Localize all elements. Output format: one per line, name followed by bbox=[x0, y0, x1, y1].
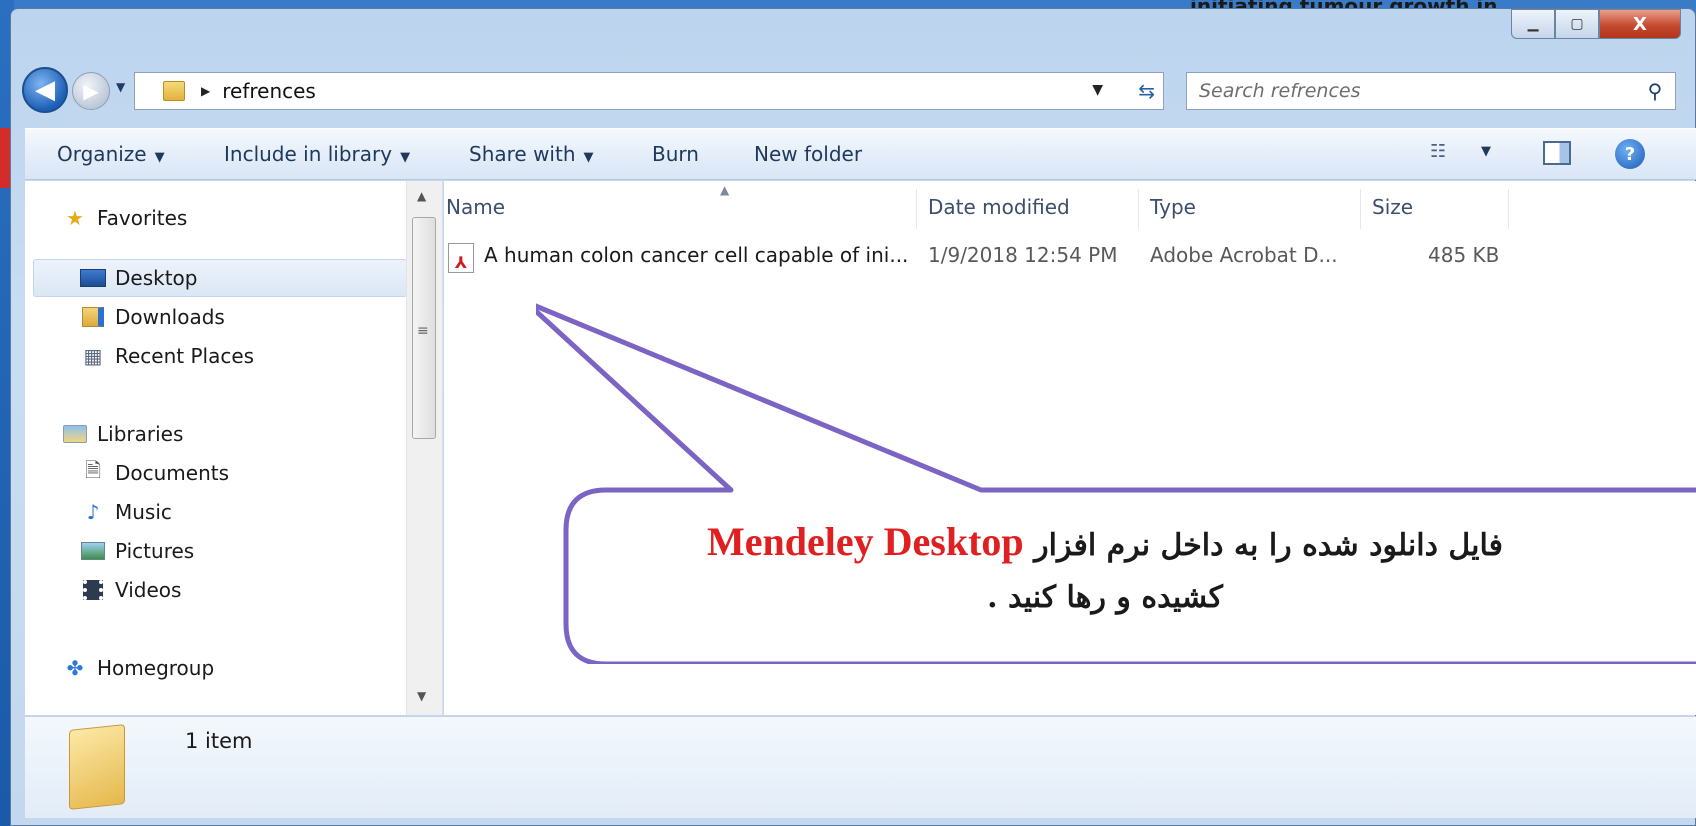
recent-places-icon: ▦ bbox=[83, 344, 103, 368]
file-name[interactable]: A human colon cancer cell capable of ini… bbox=[484, 243, 908, 267]
breadcrumb-chevron-icon[interactable]: ▶ bbox=[201, 84, 210, 98]
desktop-icon bbox=[79, 266, 107, 290]
sidebar-item-label: Recent Places bbox=[115, 344, 255, 368]
recent-pages-dropdown[interactable]: ▼ bbox=[116, 80, 125, 94]
command-bar: Organize ▼ Include in library ▼ Share with… bbox=[25, 128, 1696, 180]
chevron-down-icon: ▼ bbox=[400, 150, 411, 165]
sidebar-item-desktop[interactable]: Desktop bbox=[79, 259, 197, 297]
share-with-button[interactable]: Share with ▼ bbox=[469, 142, 594, 166]
close-button[interactable]: X bbox=[1599, 9, 1681, 39]
sidebar-item-music[interactable]: ♪ Music bbox=[79, 493, 172, 531]
sidebar-item-label: Homegroup bbox=[97, 656, 215, 680]
sidebar-item-label: Music bbox=[115, 500, 172, 524]
column-header-type[interactable]: Type bbox=[1150, 195, 1196, 219]
callout-line-1: فایل دانلود شده را به داخل نرم افزار Men… bbox=[540, 516, 1670, 572]
folder-icon bbox=[163, 81, 185, 101]
forward-button[interactable]: ▶ bbox=[72, 72, 110, 110]
caption-buttons: ▁ ▢ X bbox=[1511, 9, 1681, 39]
table-row[interactable]: ⅄ A human colon cancer cell capable of i… bbox=[444, 235, 1696, 275]
sidebar-item-label: Downloads bbox=[115, 305, 225, 329]
organize-label: Organize bbox=[57, 142, 147, 166]
sidebar-item-videos[interactable]: Videos bbox=[79, 571, 181, 609]
callout-line-2: کشیده و رها کنید . bbox=[987, 580, 1223, 615]
file-type: Adobe Acrobat D... bbox=[1150, 243, 1338, 267]
sidebar-item-label: Libraries bbox=[97, 422, 184, 446]
details-pane: 1 item bbox=[25, 716, 1696, 818]
breadcrumb-folder[interactable]: refrences bbox=[222, 79, 316, 103]
include-in-library-label: Include in library bbox=[224, 142, 393, 166]
column-header-date-modified[interactable]: Date modified bbox=[928, 195, 1070, 219]
sidebar-item-documents[interactable]: 🗎 Documents bbox=[79, 454, 229, 492]
arrow-left-icon: ◀ bbox=[35, 75, 55, 105]
callout-line-1-text: فایل دانلود شده را به داخل نرم افزار bbox=[1034, 528, 1503, 563]
callout-highlight: Mendeley Desktop bbox=[707, 519, 1024, 564]
sidebar-item-label: Videos bbox=[115, 578, 182, 602]
sidebar-item-libraries[interactable]: Libraries bbox=[61, 415, 183, 453]
libraries-icon bbox=[61, 422, 89, 446]
chevron-down-icon: ▼ bbox=[583, 150, 594, 165]
downloads-folder-icon bbox=[79, 305, 107, 329]
folder-icon bbox=[69, 724, 125, 810]
sidebar-item-label: Desktop bbox=[115, 266, 198, 290]
views-dropdown-icon[interactable]: ▼ bbox=[1481, 144, 1491, 159]
help-icon[interactable]: ? bbox=[1615, 139, 1645, 169]
chevron-down-icon: ▼ bbox=[154, 150, 165, 165]
scroll-down-icon[interactable]: ▼ bbox=[417, 689, 426, 703]
star-icon: ★ bbox=[66, 206, 84, 230]
refresh-icon[interactable]: ⇆ bbox=[1138, 79, 1155, 103]
views-icon[interactable]: ☷ bbox=[1430, 141, 1446, 162]
videos-icon bbox=[79, 578, 107, 602]
desktop-icon-fragment bbox=[0, 128, 10, 188]
organize-button[interactable]: Organize ▼ bbox=[57, 142, 165, 166]
burn-button[interactable]: Burn bbox=[652, 142, 699, 166]
item-count: 1 item bbox=[185, 729, 253, 753]
sidebar-item-label: Favorites bbox=[97, 206, 188, 230]
column-divider[interactable] bbox=[916, 189, 917, 229]
sidebar-item-pictures[interactable]: Pictures bbox=[79, 532, 194, 570]
search-box[interactable]: ⚲ bbox=[1186, 72, 1676, 110]
minimize-button[interactable]: ▁ bbox=[1511, 9, 1555, 39]
sort-ascending-icon: ▲ bbox=[720, 183, 730, 197]
sidebar-item-label: Documents bbox=[115, 461, 230, 485]
file-date-modified: 1/9/2018 12:54 PM bbox=[928, 243, 1118, 267]
file-size: 485 KB bbox=[1428, 243, 1500, 267]
pictures-icon bbox=[79, 539, 107, 563]
column-divider[interactable] bbox=[1508, 189, 1509, 229]
include-in-library-button[interactable]: Include in library ▼ bbox=[224, 142, 410, 166]
column-header-name[interactable]: Name bbox=[446, 195, 505, 219]
nav-pane-scrollbar[interactable]: ▲ ≡ ▼ bbox=[406, 181, 442, 715]
sidebar-item-label: Pictures bbox=[115, 539, 195, 563]
column-divider[interactable] bbox=[1138, 189, 1139, 229]
search-input[interactable] bbox=[1187, 80, 1635, 102]
sidebar-item-downloads[interactable]: Downloads bbox=[79, 298, 225, 336]
new-folder-button[interactable]: New folder bbox=[754, 142, 862, 166]
scroll-grip-icon: ≡ bbox=[417, 323, 429, 339]
search-icon[interactable]: ⚲ bbox=[1635, 79, 1675, 103]
homegroup-icon: ✤ bbox=[66, 656, 84, 680]
back-button[interactable]: ◀ bbox=[22, 67, 68, 113]
share-with-label: Share with bbox=[469, 142, 576, 166]
sidebar-item-homegroup[interactable]: ✤ Homegroup bbox=[61, 649, 215, 687]
maximize-button[interactable]: ▢ bbox=[1555, 9, 1599, 39]
navigation-pane: ★ Favorites Desktop Downloads ▦ Recent Pla… bbox=[25, 181, 443, 715]
arrow-right-icon: ▶ bbox=[83, 79, 99, 103]
pdf-icon: ⅄ bbox=[448, 243, 474, 273]
scroll-up-icon[interactable]: ▲ bbox=[417, 189, 426, 203]
file-list: ▲ Name Date modified Type Size ⅄ A human… bbox=[444, 181, 1696, 715]
column-header-size[interactable]: Size bbox=[1372, 195, 1413, 219]
preview-pane-icon[interactable] bbox=[1543, 141, 1571, 165]
callout-text: فایل دانلود شده را به داخل نرم افزار Men… bbox=[540, 516, 1670, 624]
address-bar[interactable]: ▶ refrences ▼ ⇆ bbox=[134, 72, 1164, 110]
music-icon: ♪ bbox=[86, 500, 100, 524]
sidebar-item-recent-places[interactable]: ▦ Recent Places bbox=[79, 337, 255, 375]
sidebar-item-favorites[interactable]: ★ Favorites bbox=[61, 199, 187, 237]
document-icon: 🗎 bbox=[84, 458, 102, 482]
address-dropdown-icon[interactable]: ▼ bbox=[1092, 82, 1103, 98]
column-divider[interactable] bbox=[1360, 189, 1361, 229]
